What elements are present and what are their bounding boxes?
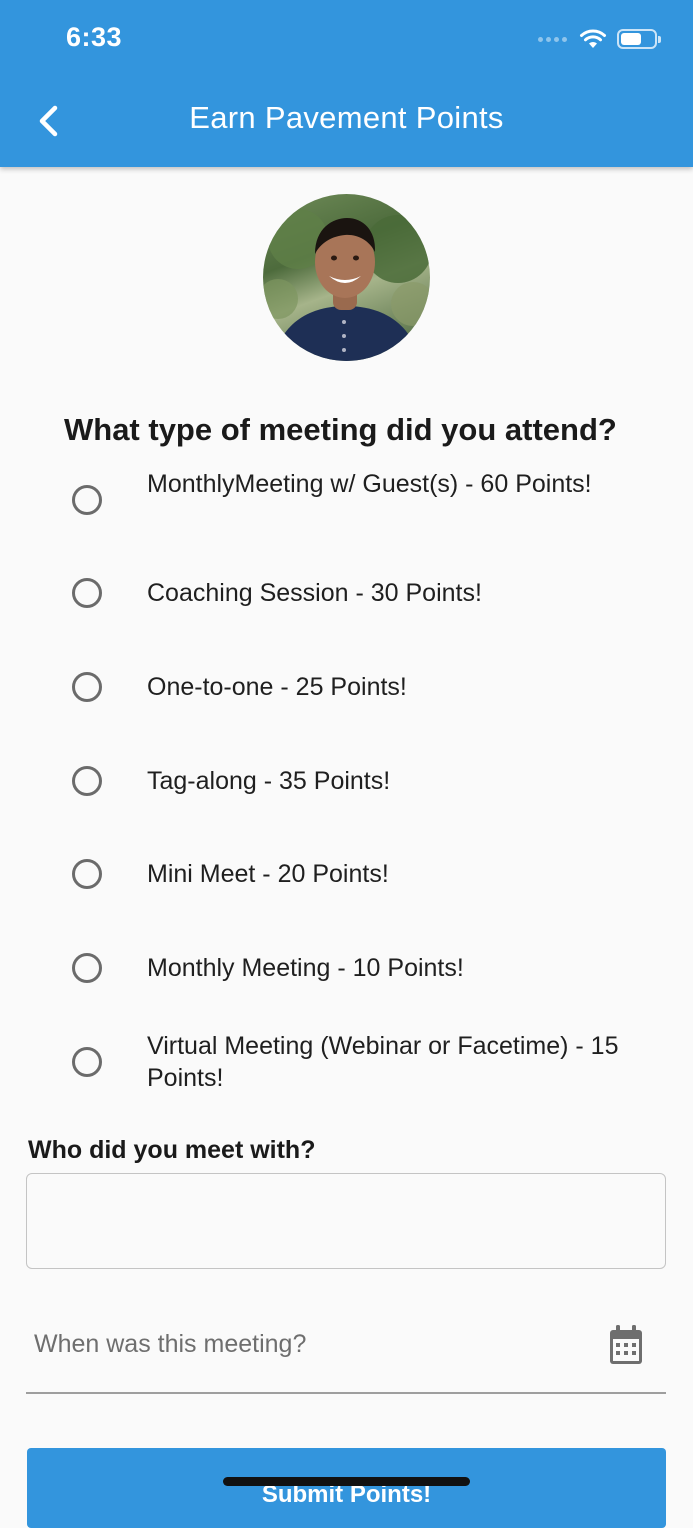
who-field-label: Who did you meet with? (28, 1136, 316, 1164)
radio-option-one-to-one[interactable]: One-to-one - 25 Points! (0, 671, 693, 703)
radio-option-monthly-guest[interactable]: MonthlyMeeting w/ Guest(s) - 60 Points! (0, 468, 693, 532)
radio-option-tag-along[interactable]: Tag-along - 35 Points! (0, 765, 693, 797)
wifi-icon (580, 29, 606, 48)
radio-button[interactable] (72, 859, 102, 889)
battery-icon (617, 29, 661, 49)
radio-button[interactable] (72, 578, 102, 608)
meeting-type-question: What type of meeting did you attend? (64, 412, 617, 447)
radio-button[interactable] (72, 1047, 102, 1077)
date-placeholder: When was this meeting? (34, 1330, 307, 1358)
meeting-date-field[interactable]: When was this meeting? (26, 1310, 666, 1394)
status-time: 6:33 (66, 22, 123, 52)
page-title: Earn Pavement Points (189, 100, 504, 135)
radio-label: One-to-one - 25 Points! (147, 673, 407, 701)
radio-button[interactable] (72, 485, 102, 515)
radio-label: Virtual Meeting (Webinar or Facetime) - … (147, 1032, 619, 1092)
app-header: 6:33 Earn Pavement Points (0, 0, 693, 167)
radio-label: Tag-along - 35 Points! (147, 767, 391, 795)
radio-label: MonthlyMeeting w/ Guest(s) - 60 Points! (147, 470, 592, 498)
radio-label: Monthly Meeting - 10 Points! (147, 954, 464, 982)
status-icons (538, 26, 661, 52)
avatar (263, 194, 430, 361)
cellular-signal-icon (538, 36, 567, 42)
radio-label: Mini Meet - 20 Points! (147, 860, 389, 888)
radio-button[interactable] (72, 672, 102, 702)
radio-label: Coaching Session - 30 Points! (147, 579, 482, 607)
radio-option-mini-meet[interactable]: Mini Meet - 20 Points! (0, 858, 693, 890)
submit-points-button[interactable]: Submit Points! (27, 1448, 666, 1528)
radio-button[interactable] (72, 766, 102, 796)
radio-option-monthly-meeting[interactable]: Monthly Meeting - 10 Points! (0, 952, 693, 984)
radio-button[interactable] (72, 953, 102, 983)
radio-option-virtual-meeting[interactable]: Virtual Meeting (Webinar or Facetime) - … (0, 1030, 693, 1094)
profile-photo (263, 209, 430, 361)
home-indicator (223, 1477, 470, 1486)
calendar-icon[interactable] (608, 1324, 644, 1366)
radio-option-coaching-session[interactable]: Coaching Session - 30 Points! (0, 577, 693, 609)
who-input[interactable] (26, 1173, 666, 1269)
